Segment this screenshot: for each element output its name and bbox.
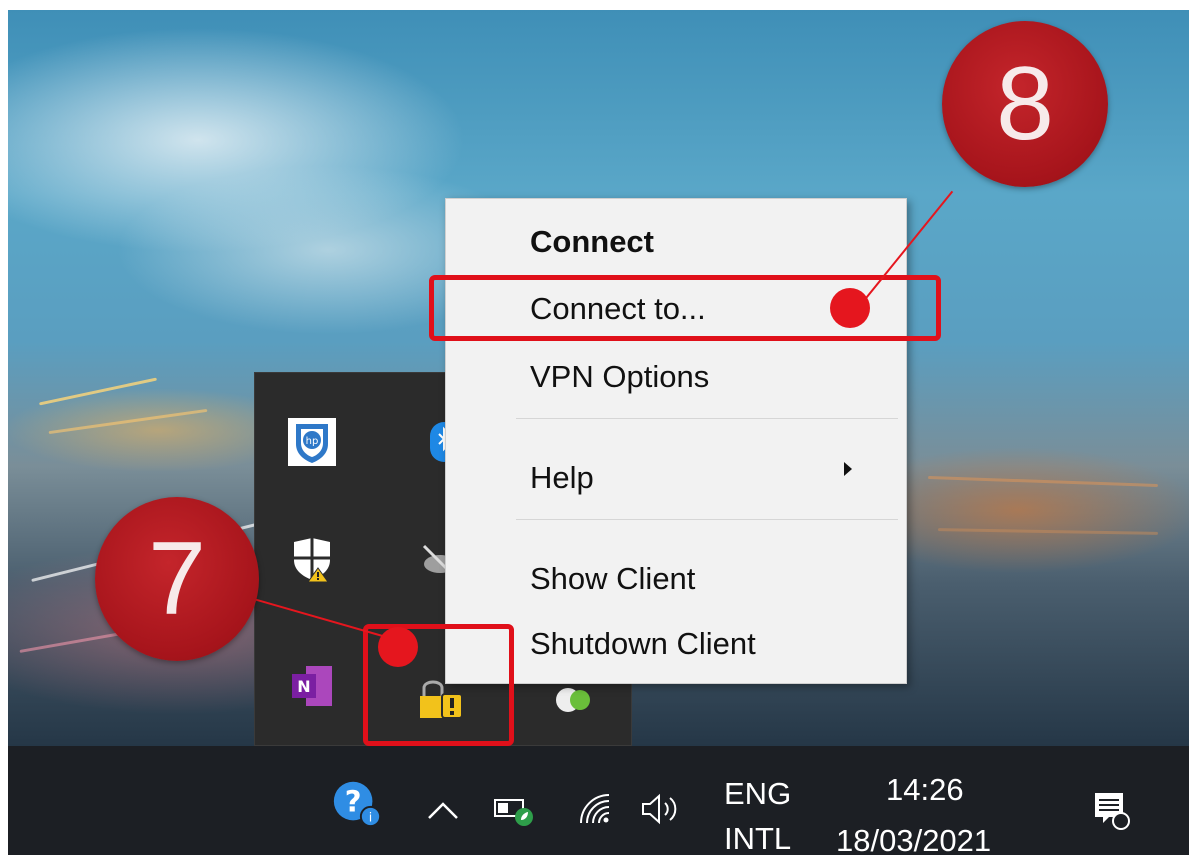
vpn-tray-marker-dot <box>378 627 418 667</box>
menu-item-show-client[interactable]: Show Client <box>530 559 695 599</box>
help-icon[interactable]: ? i <box>330 776 384 830</box>
menu-item-connect[interactable]: Connect <box>530 222 654 262</box>
submenu-arrow-icon <box>844 462 852 476</box>
taskbar: ? i ENG INTL 14:26 18/03/2021 <box>8 746 1189 855</box>
menu-item-vpn-options[interactable]: VPN Options <box>530 357 709 397</box>
connect-to-marker-dot <box>830 288 870 328</box>
svg-text:N: N <box>297 677 310 696</box>
svg-text:hp: hp <box>306 436 319 447</box>
notifications-icon[interactable] <box>1084 784 1138 838</box>
svg-text:i: i <box>369 809 372 824</box>
volume-icon[interactable] <box>634 782 688 836</box>
language-indicator[interactable]: ENG <box>724 776 791 812</box>
wifi-icon[interactable] <box>568 782 622 836</box>
hp-shield-icon[interactable]: hp <box>285 415 339 469</box>
step-7-badge: 7 <box>95 497 259 661</box>
clock-time[interactable]: 14:26 <box>886 772 964 808</box>
clock-date[interactable]: 18/03/2021 <box>836 823 991 855</box>
keyboard-layout-indicator[interactable]: INTL <box>724 821 791 855</box>
battery-icon[interactable] <box>488 784 542 838</box>
vpn-context-menu: Connect Connect to... VPN Options Help S… <box>445 198 907 684</box>
menu-separator <box>516 519 898 520</box>
chevron-up-icon[interactable] <box>416 782 470 836</box>
svg-text:?: ? <box>345 785 362 819</box>
onenote-icon[interactable]: N <box>285 659 339 713</box>
menu-separator <box>516 418 898 419</box>
windows-security-warning-icon[interactable] <box>285 533 339 587</box>
menu-item-help[interactable]: Help <box>530 458 594 498</box>
step-8-badge: 8 <box>942 21 1108 187</box>
menu-item-shutdown-client[interactable]: Shutdown Client <box>530 624 756 664</box>
